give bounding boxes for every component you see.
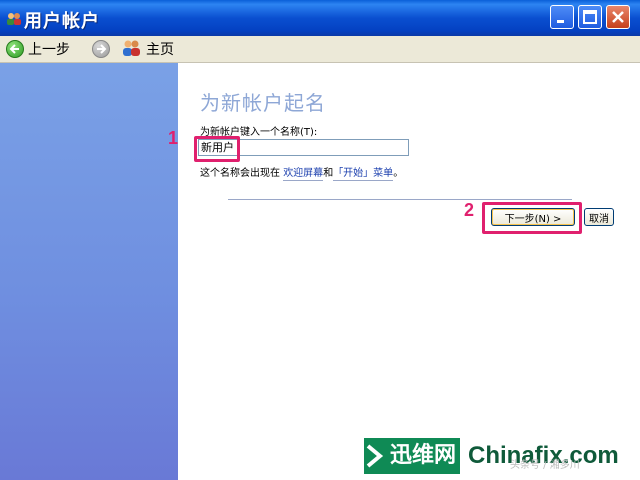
watermark-logo-icon xyxy=(364,438,386,474)
home-button[interactable]: 主页 xyxy=(122,38,174,60)
home-label: 主页 xyxy=(146,42,174,58)
forward-arrow-icon xyxy=(92,40,110,58)
navigation-bar: 上一步 主页 xyxy=(0,36,640,63)
name-hint-text: 这个名称会出现在 欢迎屏幕和「开始」菜单。 xyxy=(200,164,404,181)
users-icon xyxy=(122,39,142,60)
back-button[interactable]: 上一步 xyxy=(6,38,70,60)
watermark-brand: 迅维网 xyxy=(386,438,461,474)
separator-line xyxy=(228,199,572,200)
maximize-icon xyxy=(583,10,597,24)
back-arrow-icon xyxy=(6,40,24,58)
hint-suffix: 。 xyxy=(393,168,404,179)
step-number-1: 1 xyxy=(168,128,179,148)
highlight-box-input xyxy=(194,136,240,162)
minimize-button[interactable] xyxy=(550,5,574,29)
watermark-subtext: 头条号 / 湘多川 xyxy=(510,460,580,471)
back-label: 上一步 xyxy=(28,42,70,58)
close-button[interactable] xyxy=(606,5,630,29)
user-accounts-icon xyxy=(6,10,22,26)
welcome-screen-link[interactable]: 欢迎屏幕 xyxy=(283,168,324,181)
highlight-box-next xyxy=(482,202,582,234)
window-title: 用户帐户 xyxy=(24,11,100,32)
title-bar: 用户帐户 xyxy=(0,0,640,36)
cancel-button[interactable]: 取消 xyxy=(584,208,614,226)
task-sidebar xyxy=(0,63,178,480)
page-title: 为新帐户起名 xyxy=(200,91,326,115)
maximize-button[interactable] xyxy=(578,5,602,29)
start-menu-link[interactable]: 「开始」菜单 xyxy=(333,168,394,181)
forward-button[interactable] xyxy=(92,38,110,60)
content-panel: 为新帐户起名 为新帐户键入一个名称(T): 新用户 这个名称会出现在 欢迎屏幕和… xyxy=(178,63,640,480)
watermark: 迅维网 Chinafix.com xyxy=(364,436,619,476)
close-icon xyxy=(612,11,624,23)
hint-prefix: 这个名称会出现在 xyxy=(200,168,280,179)
minimize-icon xyxy=(557,20,564,23)
step-number-2: 2 xyxy=(464,200,475,220)
hint-and: 和 xyxy=(323,168,334,179)
